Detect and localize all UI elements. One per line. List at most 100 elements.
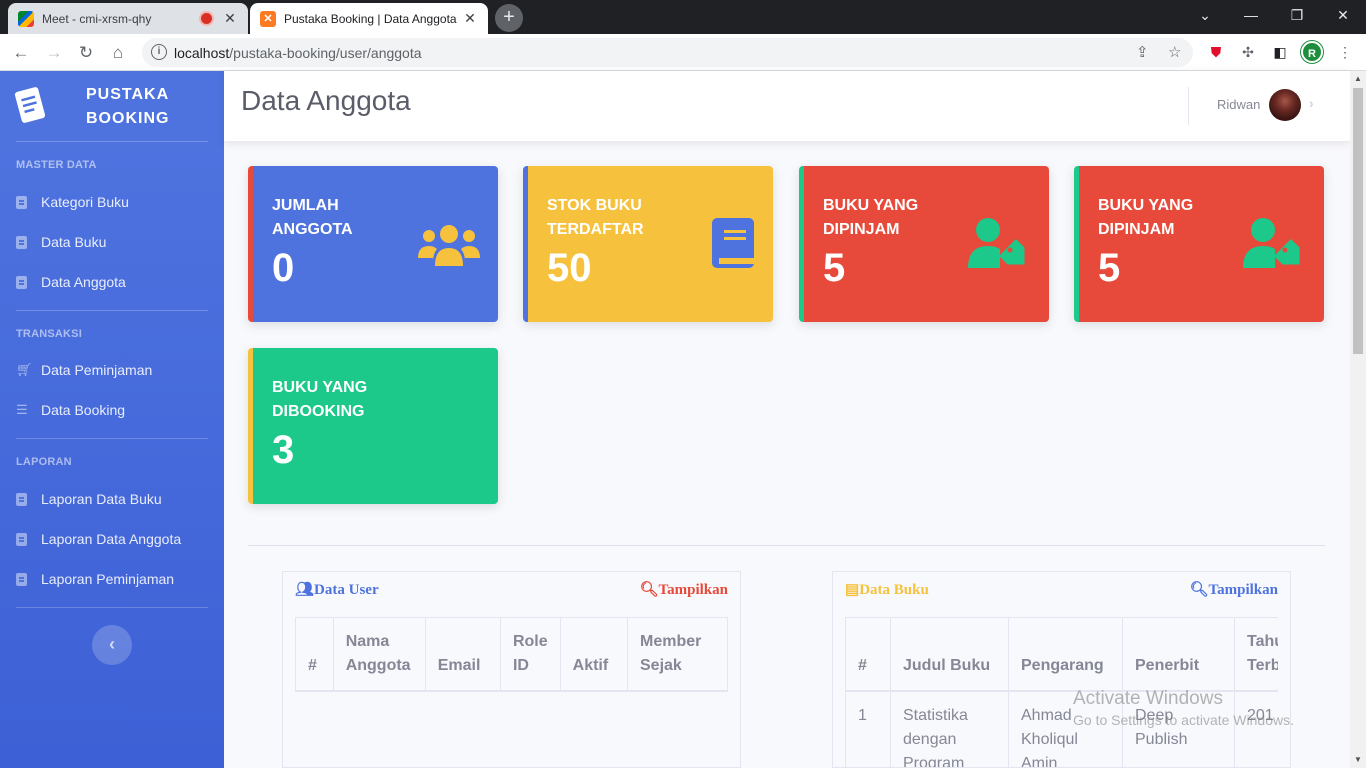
- brand-name: PUSTAKA BOOKING: [86, 86, 170, 127]
- new-tab-button[interactable]: +: [495, 4, 523, 32]
- column-header[interactable]: Aktif: [559, 617, 629, 692]
- column-header[interactable]: Judul Buku: [890, 617, 1009, 692]
- topbar: Data Anggota Ridwan ›: [224, 71, 1350, 141]
- tampilkan-user-link[interactable]: 🔍︎Tampilkan: [639, 580, 728, 599]
- column-header[interactable]: Nama Anggota: [332, 617, 426, 692]
- card-value: 50: [547, 246, 592, 290]
- table-header-row: # Judul Buku Pengarang Penerbit Tahun Te…: [845, 617, 1278, 692]
- data-user-panel: 👥︎Data User 🔍︎Tampilkan # Nama Anggota E…: [282, 571, 741, 768]
- back-button[interactable]: ←: [8, 40, 34, 66]
- card-title: BUKU YANG DIBOOKING: [272, 379, 368, 420]
- side-panel-icon[interactable]: ◧: [1270, 42, 1290, 62]
- user-table: # Nama Anggota Email Role ID Aktif Membe…: [295, 617, 728, 692]
- browser-menu-icon[interactable]: ⋮: [1335, 42, 1355, 62]
- column-header[interactable]: Member Sejak: [627, 617, 728, 692]
- column-header[interactable]: #: [295, 617, 334, 692]
- sidebar-item-data-booking[interactable]: ☰ Data Booking: [16, 398, 216, 422]
- panel-title: ▤Data Buku: [845, 582, 929, 598]
- sidebar-item-laporan-data-anggota[interactable]: Laporan Data Anggota: [16, 527, 216, 551]
- reload-button[interactable]: ↻: [73, 40, 99, 66]
- home-button[interactable]: ⌂: [105, 40, 131, 66]
- forward-button[interactable]: →: [41, 40, 67, 66]
- profile-avatar[interactable]: R: [1301, 41, 1323, 63]
- page-title: Data Anggota: [241, 85, 411, 116]
- table-cell: Statistika dengan Program: [890, 690, 1009, 767]
- card-buku-dibooking: BUKU YANG DIBOOKING 3: [248, 348, 498, 504]
- extensions-puzzle-icon[interactable]: ✣: [1238, 42, 1258, 62]
- sidebar-heading-laporan: LAPORAN: [16, 456, 72, 468]
- close-tab-icon[interactable]: ✕: [222, 10, 238, 27]
- tab-title: Meet - cmi-xrsm-qhy: [42, 11, 152, 26]
- card-value: 5: [1098, 246, 1121, 290]
- tab-search-icon[interactable]: ⌄: [1182, 0, 1228, 30]
- panel-title: 👥︎Data User: [295, 582, 379, 598]
- address-bar[interactable]: i localhost/pustaka-booking/user/anggota…: [142, 38, 1193, 67]
- sidebar-item-laporan-peminjaman[interactable]: Laporan Peminjaman: [16, 567, 216, 591]
- sidebar-heading-master-data: MASTER DATA: [16, 159, 97, 171]
- chevron-right-icon[interactable]: ›: [1309, 95, 1314, 111]
- close-tab-icon[interactable]: ✕: [462, 10, 478, 27]
- share-icon[interactable]: ⇪: [1136, 43, 1149, 61]
- sidebar-item-data-peminjaman[interactable]: 🛒︎ Data Peminjaman: [16, 358, 216, 382]
- close-window-button[interactable]: ✕: [1320, 0, 1366, 30]
- column-header[interactable]: Role ID: [499, 617, 561, 692]
- report-icon: [16, 532, 27, 546]
- scroll-down-arrow-icon[interactable]: ▼: [1350, 752, 1366, 768]
- search-icon: 🔍︎: [639, 582, 659, 598]
- page-scrollbar[interactable]: ▲ ▼: [1350, 71, 1366, 768]
- sidebar-brand[interactable]: PUSTAKA BOOKING: [0, 71, 224, 141]
- scroll-up-arrow-icon[interactable]: ▲: [1350, 71, 1366, 87]
- scrollbar-thumb[interactable]: [1353, 88, 1363, 354]
- book-icon: [16, 235, 27, 249]
- list-icon: ☰: [16, 402, 28, 417]
- book-icon: [16, 275, 27, 289]
- column-header[interactable]: #: [845, 617, 891, 692]
- user-name[interactable]: Ridwan: [1217, 97, 1260, 112]
- table-cell: 1: [845, 690, 891, 767]
- sidebar-divider: [16, 141, 208, 142]
- tab-meet[interactable]: Meet - cmi-xrsm-qhy ✕: [8, 3, 248, 34]
- column-header[interactable]: Tahun Terbit: [1234, 617, 1278, 692]
- site-info-icon[interactable]: i: [151, 44, 167, 60]
- card-value: 5: [823, 246, 846, 290]
- activate-windows-watermark: Activate Windows Go to Settings to activ…: [1073, 688, 1294, 728]
- recording-icon: [201, 13, 212, 24]
- xampp-icon: ✕: [260, 10, 276, 27]
- card-title: BUKU YANG DIPINJAM: [1098, 197, 1194, 238]
- data-buku-panel: ▤Data Buku 🔍︎Tampilkan # Judul Buku Peng…: [832, 571, 1291, 768]
- sidebar-item-data-buku[interactable]: Data Buku: [16, 230, 216, 254]
- column-header[interactable]: Penerbit: [1122, 617, 1235, 692]
- browser-tab-strip: Meet - cmi-xrsm-qhy ✕ ✕ Pustaka Booking …: [0, 0, 1366, 34]
- card-title: BUKU YANG DIPINJAM: [823, 197, 919, 238]
- user-avatar[interactable]: [1269, 89, 1301, 121]
- column-header[interactable]: Email: [424, 617, 501, 692]
- sidebar: PUSTAKA BOOKING MASTER DATA Kategori Buk…: [0, 71, 224, 768]
- bookmark-star-icon[interactable]: ☆: [1168, 43, 1181, 61]
- sidebar-item-data-anggota[interactable]: Data Anggota: [16, 270, 216, 294]
- card-title: JUMLAH ANGGOTA: [272, 197, 353, 238]
- adblock-extension-icon[interactable]: ⛊: [1206, 42, 1226, 62]
- minimize-button[interactable]: —: [1228, 0, 1274, 30]
- book-icon: ▤: [845, 582, 860, 598]
- tab-pustaka-booking[interactable]: ✕ Pustaka Booking | Data Anggota ✕: [250, 3, 488, 34]
- tampilkan-buku-link[interactable]: 🔍︎Tampilkan: [1189, 580, 1278, 599]
- column-header[interactable]: Pengarang: [1008, 617, 1123, 692]
- sidebar-divider: [16, 607, 208, 608]
- sidebar-item-laporan-data-buku[interactable]: Laporan Data Buku: [16, 487, 216, 511]
- shopping-cart-icon: 🛒︎: [16, 362, 33, 377]
- report-icon: [16, 492, 27, 506]
- book-icon: [16, 195, 27, 209]
- search-icon: 🔍︎: [1189, 582, 1209, 598]
- sidebar-divider: [16, 438, 208, 439]
- card-title: STOK BUKU TERDAFTAR: [547, 197, 644, 238]
- sidebar-toggle-button[interactable]: ‹: [92, 625, 132, 665]
- card-value: 0: [272, 246, 295, 290]
- users-icon: 👥︎: [295, 582, 315, 598]
- google-meet-icon: [18, 10, 34, 27]
- sidebar-heading-transaksi: TRANSAKSI: [16, 328, 82, 340]
- sidebar-item-kategori-buku[interactable]: Kategori Buku: [16, 190, 216, 214]
- restore-button[interactable]: ❐: [1274, 0, 1320, 30]
- user-tag-icon: [1243, 218, 1300, 268]
- book-icon: [712, 218, 754, 268]
- table-header-row: # Nama Anggota Email Role ID Aktif Membe…: [295, 617, 728, 692]
